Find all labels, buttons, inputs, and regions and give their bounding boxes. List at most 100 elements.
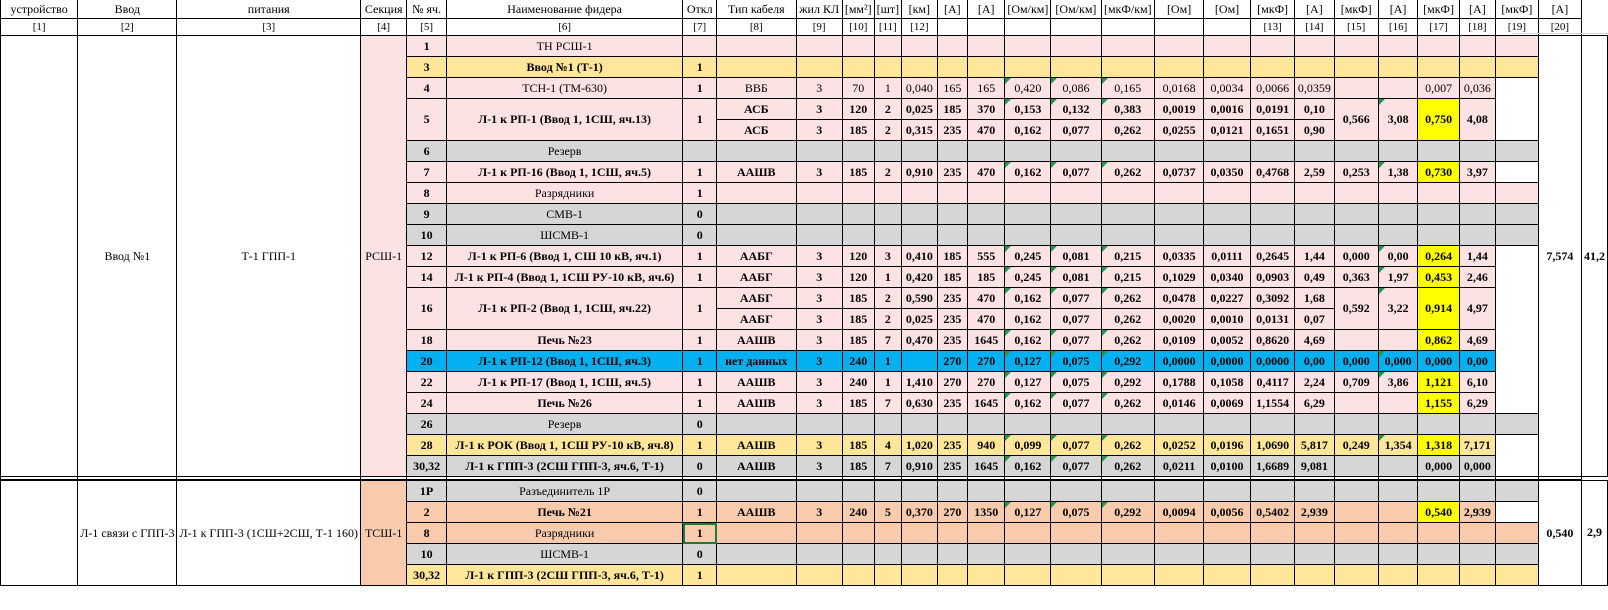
table-cell[interactable]	[716, 543, 797, 565]
table-cell[interactable]	[1203, 140, 1252, 162]
table-cell[interactable]: 235	[936, 287, 969, 309]
table-cell[interactable]: Л-1 к РП-12 (Ввод 1, 1СШ, яч.3)	[445, 350, 684, 372]
table-cell[interactable]	[1294, 140, 1335, 162]
table-cell[interactable]	[967, 203, 1006, 225]
table-cell[interactable]: 3	[795, 392, 843, 414]
column-index[interactable]: [17]	[1417, 18, 1460, 36]
table-cell[interactable]: 185	[967, 266, 1006, 288]
table-cell[interactable]: Л-1 к РП-16 (Ввод 1, 1СШ, яч.5)	[445, 161, 684, 183]
table-cell[interactable]: 3	[795, 455, 843, 477]
table-cell[interactable]	[1250, 224, 1296, 246]
table-cell[interactable]: 0,420	[901, 266, 938, 288]
table-cell[interactable]	[873, 203, 903, 225]
table-cell[interactable]	[841, 203, 875, 225]
table-cell[interactable]	[1494, 413, 1539, 435]
table-cell[interactable]: 0,000	[1458, 455, 1496, 477]
column-header[interactable]: [А]	[936, 0, 969, 19]
table-cell[interactable]	[1004, 413, 1052, 435]
table-cell[interactable]: 0,162	[1004, 308, 1052, 330]
table-cell[interactable]: 5	[406, 98, 447, 141]
table-cell[interactable]: Л-1 к РП-4 (Ввод 1, 1СШ РУ-10 кВ, яч.6)	[445, 266, 684, 288]
table-cell[interactable]	[841, 543, 875, 565]
table-cell[interactable]: 1,68	[1294, 287, 1335, 309]
table-cell[interactable]: 1	[682, 287, 718, 330]
table-cell[interactable]: 0,132	[1050, 98, 1102, 120]
table-cell[interactable]	[1050, 543, 1102, 565]
table-cell[interactable]	[901, 56, 938, 78]
table-cell[interactable]	[795, 140, 843, 162]
table-cell[interactable]: Резерв	[445, 413, 684, 435]
table-cell[interactable]: 0,730	[1417, 161, 1460, 183]
table-cell[interactable]	[795, 56, 843, 78]
column-header[interactable]: [А]	[1537, 0, 1583, 19]
table-cell[interactable]: 12	[406, 245, 447, 267]
table-cell[interactable]	[1250, 182, 1296, 204]
table-cell[interactable]: 4	[406, 77, 447, 99]
table-cell[interactable]: 0,0109	[1154, 329, 1205, 351]
table-cell[interactable]	[1294, 479, 1335, 502]
table-cell[interactable]: 0,0478	[1154, 287, 1205, 309]
table-cell[interactable]: 0,025	[901, 98, 938, 120]
table-cell[interactable]	[1377, 35, 1419, 57]
table-cell[interactable]: 2	[873, 308, 903, 330]
table-cell[interactable]: 2	[873, 161, 903, 183]
table-cell[interactable]: 6,10	[1458, 371, 1496, 393]
table-cell[interactable]	[901, 413, 938, 435]
table-cell[interactable]: 0,315	[901, 119, 938, 141]
table-cell[interactable]: 0,470	[901, 329, 938, 351]
table-cell[interactable]: 0,000	[1333, 245, 1379, 267]
table-cell[interactable]: 0,0255	[1154, 119, 1205, 141]
table-cell[interactable]: СМВ-1	[445, 203, 684, 225]
table-cell[interactable]: 470	[967, 161, 1006, 183]
table-cell[interactable]: 0,1788	[1154, 371, 1205, 393]
table-cell[interactable]	[1294, 564, 1335, 586]
table-cell[interactable]	[795, 35, 843, 57]
table-cell[interactable]: Л-1 к РОК (Ввод 1, 1СШ РУ-10 кВ, яч.8)	[445, 434, 684, 456]
table-cell[interactable]	[1333, 56, 1379, 78]
table-cell[interactable]: Л-1 к РП-1 (Ввод 1, 1СШ, яч.13)	[445, 98, 684, 141]
table-cell[interactable]	[1458, 203, 1496, 225]
table-cell[interactable]	[795, 564, 843, 586]
table-cell[interactable]	[1154, 203, 1205, 225]
table-cell[interactable]	[1417, 522, 1460, 544]
column-index[interactable]: [18]	[1458, 18, 1496, 36]
table-cell[interactable]	[1154, 522, 1205, 544]
table-cell[interactable]: нет данных	[716, 350, 797, 372]
column-header[interactable]: [мкФ]	[1333, 0, 1379, 19]
table-cell[interactable]: 235	[936, 119, 969, 141]
table-cell[interactable]	[1333, 203, 1379, 225]
table-cell[interactable]	[795, 413, 843, 435]
table-cell[interactable]	[1333, 455, 1379, 477]
column-index[interactable]: [5]	[406, 18, 447, 36]
table-cell[interactable]	[873, 56, 903, 78]
table-cell[interactable]: 0,1029	[1154, 266, 1205, 288]
column-index[interactable]: [2]	[77, 18, 178, 36]
table-cell[interactable]	[1333, 543, 1379, 565]
total-current[interactable]: 41,2	[1581, 35, 1608, 477]
table-cell[interactable]: 1645	[967, 392, 1006, 414]
table-cell[interactable]: 0,0131	[1250, 308, 1296, 330]
table-cell[interactable]: 3,86	[1377, 371, 1419, 393]
table-cell[interactable]: 185	[841, 392, 875, 414]
table-cell[interactable]: 0,0020	[1154, 308, 1205, 330]
table-cell[interactable]: 0,0052	[1203, 329, 1252, 351]
column-index[interactable]: [9]	[795, 18, 843, 36]
table-cell[interactable]: 0,0000	[1203, 350, 1252, 372]
table-cell[interactable]	[1494, 564, 1539, 586]
table-cell[interactable]: 555	[967, 245, 1006, 267]
table-cell[interactable]: Резерв	[445, 140, 684, 162]
table-cell[interactable]	[901, 182, 938, 204]
table-cell[interactable]: 185	[841, 308, 875, 330]
table-cell[interactable]	[795, 479, 843, 502]
table-cell[interactable]: 0,253	[1333, 161, 1379, 183]
table-cell[interactable]: 240	[841, 350, 875, 372]
column-index[interactable]: [14]	[1294, 18, 1335, 36]
table-cell[interactable]: 2	[873, 287, 903, 309]
table-cell[interactable]: 1,121	[1417, 371, 1460, 393]
table-cell[interactable]: 0,566	[1333, 98, 1379, 141]
table-cell[interactable]	[967, 522, 1006, 544]
table-cell[interactable]: 0,162	[1004, 119, 1052, 141]
table-cell[interactable]	[841, 224, 875, 246]
table-cell[interactable]: 24	[406, 392, 447, 414]
table-cell[interactable]	[1294, 35, 1335, 57]
